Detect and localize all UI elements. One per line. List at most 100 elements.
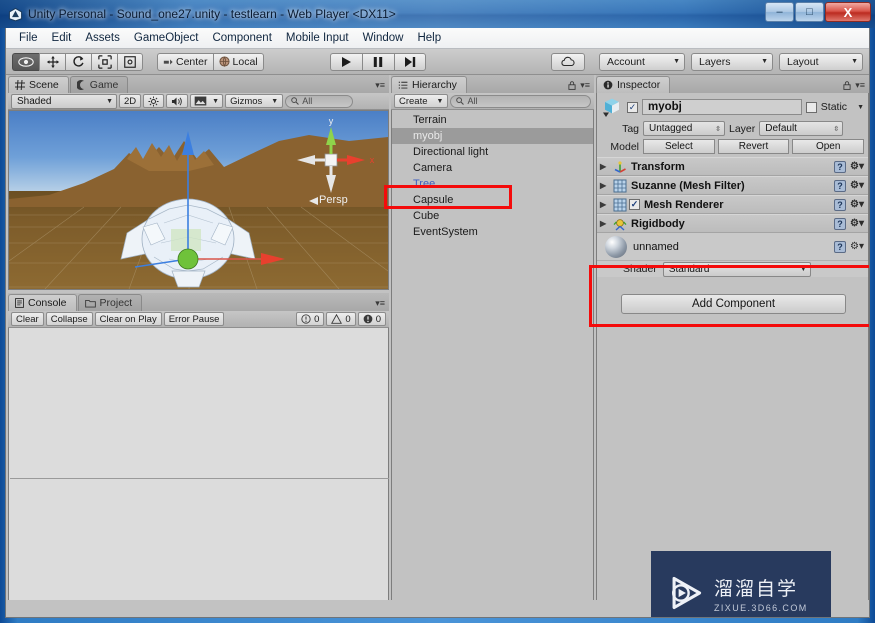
- menu-file[interactable]: File: [12, 30, 45, 46]
- object-name-input[interactable]: myobj: [642, 99, 802, 115]
- gear-icon[interactable]: ⚙▾: [850, 161, 864, 172]
- object-active-checkbox[interactable]: ✓: [627, 101, 638, 113]
- step-button[interactable]: [393, 52, 426, 71]
- create-dropdown[interactable]: Create ▼: [394, 94, 449, 108]
- pause-button[interactable]: [361, 52, 394, 71]
- hierarchy-item-cube[interactable]: Cube: [392, 208, 593, 224]
- draw-mode-dropdown[interactable]: Shaded ▼: [11, 93, 117, 109]
- hierarchy-item-myobj[interactable]: myobj: [392, 128, 593, 144]
- foldout-arrow-icon[interactable]: ▶: [600, 162, 609, 171]
- model-select-button[interactable]: Select: [643, 139, 715, 154]
- gizmos-dropdown[interactable]: Gizmos ▼: [225, 94, 284, 108]
- help-icon[interactable]: ?: [834, 160, 847, 173]
- help-icon[interactable]: ?: [834, 240, 847, 253]
- scale-tool-button[interactable]: [91, 52, 117, 71]
- gear-icon[interactable]: ⚙▾: [850, 180, 864, 191]
- close-button[interactable]: X: [825, 2, 871, 22]
- hierarchy-item-capsule[interactable]: Capsule: [392, 192, 593, 208]
- hamburger-icon[interactable]: ▾≡: [855, 80, 865, 91]
- tab-inspector[interactable]: Inspector: [596, 76, 671, 93]
- hierarchy-item-directional-light[interactable]: Directional light: [392, 144, 593, 160]
- error-count-toggle[interactable]: 0: [357, 312, 386, 326]
- scene-view[interactable]: y x Persp: [8, 110, 389, 290]
- clear-button[interactable]: Clear: [11, 312, 44, 326]
- scene-pane-menu[interactable]: ▾≡: [375, 80, 385, 91]
- menu-assets[interactable]: Assets: [78, 30, 127, 46]
- material-row[interactable]: unnamed ? ⚙▾: [597, 233, 868, 261]
- account-dropdown[interactable]: Account ▼: [599, 52, 685, 71]
- foldout-arrow-icon[interactable]: ▶: [600, 219, 609, 228]
- add-component-button[interactable]: Add Component: [621, 294, 846, 314]
- error-pause-button[interactable]: Error Pause: [163, 312, 225, 326]
- console-pane-menu[interactable]: ▾≡: [375, 298, 385, 309]
- help-icon[interactable]: ?: [834, 179, 847, 192]
- lock-icon[interactable]: [568, 81, 576, 90]
- play-button[interactable]: [329, 52, 362, 71]
- draw-mode-label: Shaded: [17, 95, 52, 107]
- lock-icon[interactable]: [843, 81, 851, 90]
- tab-game[interactable]: Game: [69, 76, 129, 93]
- layers-dropdown[interactable]: Layers ▼: [691, 52, 773, 71]
- menu-component[interactable]: Component: [205, 30, 278, 46]
- tab-console[interactable]: Console: [8, 294, 77, 311]
- console-log-area[interactable]: [8, 328, 389, 616]
- scene-search-input[interactable]: All: [285, 94, 354, 108]
- hamburger-icon[interactable]: ▾≡: [580, 80, 590, 91]
- move-tool-button[interactable]: [39, 52, 65, 71]
- hierarchy-item-terrain[interactable]: Terrain: [392, 112, 593, 128]
- help-icon[interactable]: ?: [834, 198, 847, 211]
- menu-help[interactable]: Help: [410, 30, 448, 46]
- foldout-arrow-icon[interactable]: ▶: [600, 200, 609, 209]
- hierarchy-item-tree[interactable]: Tree: [392, 176, 593, 192]
- tab-project[interactable]: Project: [77, 294, 143, 311]
- static-checkbox[interactable]: [805, 101, 817, 113]
- model-revert-button[interactable]: Revert: [717, 139, 790, 154]
- gear-icon[interactable]: ⚙▾: [850, 218, 864, 229]
- cloud-button[interactable]: [551, 52, 585, 71]
- maximize-button[interactable]: □: [795, 2, 824, 22]
- gear-icon[interactable]: ⚙▾: [850, 241, 864, 252]
- space-toggle-button[interactable]: Local: [212, 52, 264, 71]
- menu-mobile-input[interactable]: Mobile Input: [279, 30, 356, 46]
- center-icon: [163, 59, 173, 64]
- component-rigidbody[interactable]: ▶ Rigidbody ? ⚙▾: [597, 214, 868, 233]
- tag-dropdown[interactable]: Untagged ⇳: [643, 121, 725, 136]
- component-transform[interactable]: ▶ Transform ? ⚙▾: [597, 157, 868, 176]
- info-count-toggle[interactable]: 0: [296, 312, 325, 326]
- help-icon[interactable]: ?: [834, 217, 847, 230]
- collapse-button[interactable]: Collapse: [45, 312, 93, 326]
- audio-toggle[interactable]: [166, 94, 189, 108]
- effects-toggle[interactable]: ▼: [190, 94, 224, 108]
- tab-scene[interactable]: Scene: [8, 76, 69, 93]
- hand-tool-button[interactable]: [12, 52, 39, 71]
- hierarchy-item-camera[interactable]: Camera: [392, 160, 593, 176]
- rotate-tool-button[interactable]: [65, 52, 91, 71]
- layer-dropdown[interactable]: Default ⇳: [759, 121, 844, 136]
- hierarchy-item-eventsystem[interactable]: EventSystem: [392, 224, 593, 240]
- warning-count-toggle[interactable]: 0: [326, 312, 356, 326]
- hierarchy-list[interactable]: Terrain myobj Directional light Camera T…: [391, 110, 594, 616]
- layout-dropdown[interactable]: Layout ▼: [779, 52, 863, 71]
- minimize-button[interactable]: –: [765, 2, 794, 22]
- rect-tool-button[interactable]: [117, 52, 143, 71]
- clear-on-play-button[interactable]: Clear on Play: [94, 312, 162, 326]
- lighting-toggle[interactable]: [143, 94, 165, 108]
- menu-edit[interactable]: Edit: [45, 30, 79, 46]
- chevron-down-icon[interactable]: ▼: [857, 104, 864, 111]
- hierarchy-search-input[interactable]: All: [450, 94, 591, 108]
- mesh-renderer-enabled-checkbox[interactable]: ✓: [629, 199, 640, 210]
- view-2d-toggle[interactable]: 2D: [119, 94, 142, 108]
- shader-dropdown[interactable]: Standard ▼: [662, 261, 811, 277]
- gear-icon[interactable]: ⚙▾: [850, 199, 864, 210]
- menu-gameobject[interactable]: GameObject: [127, 30, 206, 46]
- component-mesh-renderer[interactable]: ▶ ✓ Mesh Renderer ? ⚙▾: [597, 195, 868, 214]
- model-open-button[interactable]: Open: [792, 139, 865, 154]
- menu-window[interactable]: Window: [356, 30, 411, 46]
- component-mesh-filter[interactable]: ▶ Suzanne (Mesh Filter) ? ⚙▾: [597, 176, 868, 195]
- foldout-arrow-icon[interactable]: ▶: [600, 181, 609, 190]
- console-splitter[interactable]: [10, 478, 389, 479]
- tab-hierarchy[interactable]: Hierarchy: [391, 76, 467, 93]
- projection-label[interactable]: Persp: [319, 194, 348, 206]
- transform-icon: [614, 160, 626, 173]
- pivot-toggle-button[interactable]: Center: [157, 52, 213, 71]
